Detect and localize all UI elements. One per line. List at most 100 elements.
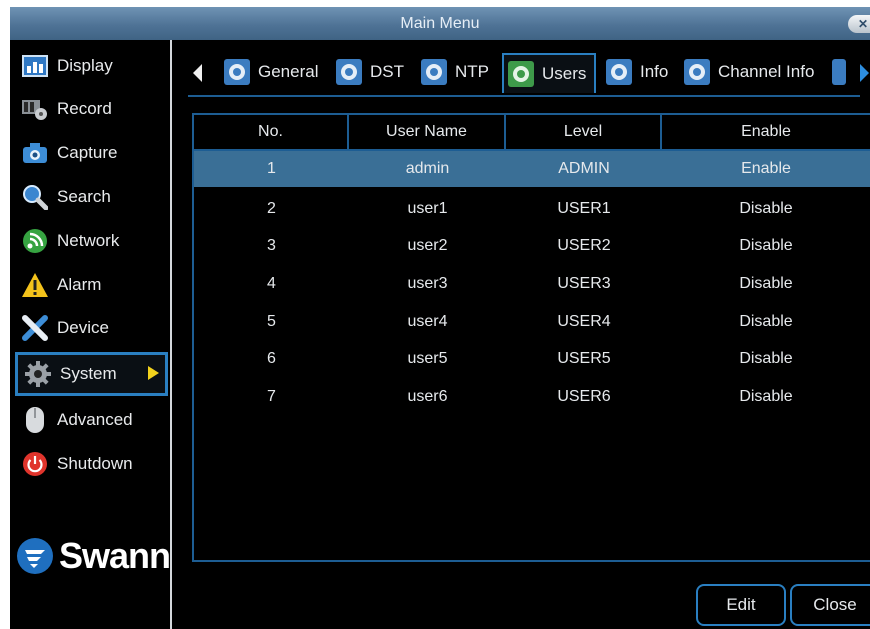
cell-no: 7: [267, 388, 276, 405]
settings-icon: [832, 59, 846, 85]
cell-level: USER6: [557, 388, 611, 405]
sidebar-item-label: Capture: [57, 143, 118, 162]
table-row[interactable]: 1 admin ADMIN Enable: [194, 151, 870, 187]
sidebar-item-system[interactable]: System: [15, 352, 168, 396]
cell-user-name: user1: [407, 200, 448, 217]
table-row[interactable]: 5 user4 USER4 Disable: [194, 304, 870, 340]
settings-icon: [224, 59, 250, 85]
cell-enable: Disable: [739, 350, 793, 367]
cell-no: 5: [267, 313, 276, 330]
sidebar-item-search[interactable]: Search: [15, 177, 168, 217]
edit-button[interactable]: Edit: [696, 584, 786, 626]
settings-icon: [336, 59, 362, 85]
cell-user-name: user3: [407, 275, 448, 292]
cell-level: USER2: [557, 237, 611, 254]
cell-user-name: admin: [405, 160, 450, 177]
sidebar-item-network[interactable]: Network: [15, 221, 168, 261]
sidebar-item-shutdown[interactable]: Shutdown: [15, 444, 168, 484]
cell-no: 6: [267, 350, 276, 367]
settings-icon: [606, 59, 632, 85]
cell-enable: Disable: [739, 237, 793, 254]
tab-scroll-right-icon[interactable]: [860, 64, 869, 82]
cell-enable: Disable: [739, 388, 793, 405]
swann-logo-icon: [17, 538, 53, 574]
device-icon: [21, 314, 49, 342]
tab-scroll-left-icon[interactable]: [193, 64, 202, 82]
title-bar: Main Menu ✕: [10, 7, 870, 40]
sidebar-item-capture[interactable]: Capture: [15, 133, 168, 173]
sidebar: Display Record Capture Search Network Al…: [10, 40, 172, 629]
settings-icon: [421, 59, 447, 85]
cell-user-name: user4: [407, 313, 448, 330]
cell-enable: Disable: [739, 200, 793, 217]
sidebar-item-label: Advanced: [57, 410, 133, 429]
cell-enable: Enable: [741, 160, 791, 177]
gear-icon: [24, 360, 52, 388]
sidebar-item-label: Record: [57, 99, 112, 118]
tab-label: General: [258, 62, 319, 81]
sidebar-item-advanced[interactable]: Advanced: [15, 400, 168, 440]
cell-no: 4: [267, 275, 276, 292]
table-row[interactable]: 4 user3 USER3 Disable: [194, 266, 870, 302]
cell-user-name: user2: [407, 237, 448, 254]
power-icon: [21, 450, 49, 478]
cell-no: 1: [267, 160, 276, 177]
cell-no: 2: [267, 200, 276, 217]
chevron-right-icon: [148, 366, 159, 380]
close-button[interactable]: Close: [790, 584, 870, 626]
cell-level: USER1: [557, 200, 611, 217]
logo-text: Swann: [59, 535, 171, 576]
camera-icon: [21, 139, 49, 167]
mouse-icon: [21, 406, 49, 434]
tab-users[interactable]: Users: [502, 53, 597, 93]
column-header: No.: [194, 115, 349, 149]
sidebar-item-display[interactable]: Display: [15, 46, 168, 86]
column-header: User Name: [349, 115, 506, 149]
record-icon: [21, 95, 49, 123]
sidebar-item-label: Display: [57, 56, 113, 75]
tab-channel-info[interactable]: Channel Info: [684, 53, 814, 91]
tab-general[interactable]: General: [224, 53, 318, 91]
tab-info[interactable]: Info: [606, 53, 668, 91]
tab-dst[interactable]: DST: [336, 53, 404, 91]
table-header: No. User Name Level Enable: [194, 115, 870, 151]
sidebar-item-record[interactable]: Record: [15, 89, 168, 129]
column-header: Level: [506, 115, 662, 149]
swann-logo: Swann: [15, 535, 171, 577]
cell-level: ADMIN: [558, 160, 610, 177]
tab-label: Users: [542, 64, 587, 83]
main-menu-window: Main Menu ✕ Display Record Capture Searc…: [10, 7, 870, 629]
display-icon: [21, 52, 49, 80]
sidebar-item-label: Shutdown: [57, 454, 133, 473]
sidebar-item-label: Network: [57, 231, 120, 250]
settings-icon: [508, 61, 534, 87]
sidebar-item-label: Device: [57, 318, 109, 337]
cell-level: USER3: [557, 275, 611, 292]
sidebar-item-alarm[interactable]: Alarm: [15, 265, 168, 305]
tab-label: DST: [370, 62, 404, 81]
tab-label: NTP: [455, 62, 489, 81]
network-icon: [21, 227, 49, 255]
cell-user-name: user5: [407, 350, 448, 367]
tab-label: Channel Info: [718, 62, 815, 81]
search-icon: [21, 183, 49, 211]
tab-label: Info: [640, 62, 669, 81]
sidebar-item-label: Search: [57, 187, 111, 206]
tab-bar: General DST NTP Users Info Channel Info: [188, 53, 869, 97]
table-row[interactable]: 7 user6 USER6 Disable: [194, 379, 870, 415]
table-row[interactable]: 3 user2 USER2 Disable: [194, 228, 870, 264]
close-icon[interactable]: ✕: [848, 15, 870, 33]
sidebar-item-label: Alarm: [57, 275, 102, 294]
settings-icon: [684, 59, 710, 85]
alarm-icon: [21, 271, 49, 299]
cell-level: USER5: [557, 350, 611, 367]
users-table: No. User Name Level Enable 1 admin ADMIN…: [192, 113, 870, 562]
tab-partial[interactable]: [832, 53, 854, 91]
cell-no: 3: [267, 237, 276, 254]
cell-user-name: user6: [407, 388, 448, 405]
table-row[interactable]: 2 user1 USER1 Disable: [194, 191, 870, 227]
table-row[interactable]: 6 user5 USER5 Disable: [194, 341, 870, 377]
column-header: Enable: [741, 123, 791, 140]
tab-ntp[interactable]: NTP: [421, 53, 489, 91]
sidebar-item-device[interactable]: Device: [15, 308, 168, 348]
